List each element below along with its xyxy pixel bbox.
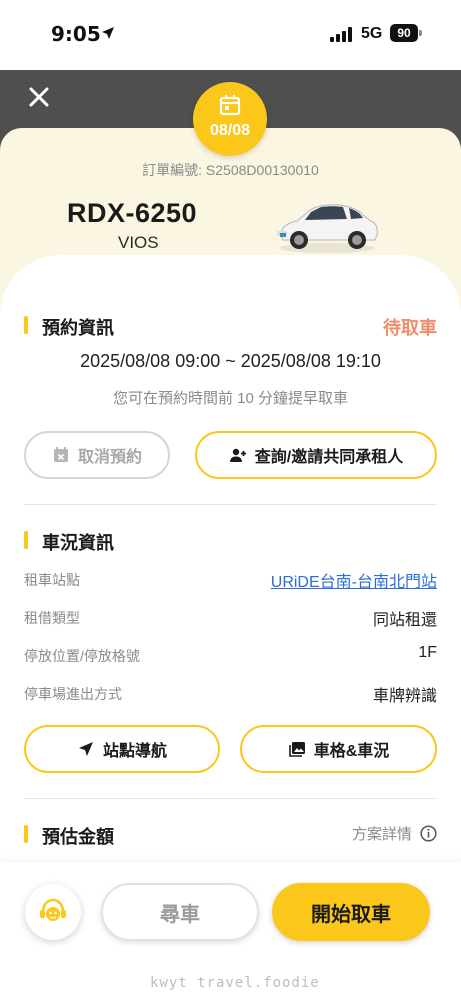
license-plate: RDX-6250 [67, 198, 198, 228]
spot-condition-button[interactable]: 車格&車況 [240, 725, 437, 773]
date-badge-text: 08/08 [209, 122, 251, 139]
navigation-icon [78, 742, 93, 756]
close-icon[interactable] [24, 82, 54, 112]
early-pickup-note: 您可在預約時間前 10 分鐘提早取車 [112, 390, 349, 407]
info-label: 停車場進出方式 [24, 686, 122, 702]
plan-detail-label: 方案詳情 [351, 826, 412, 843]
status-bar: 9:05 5G 90 [0, 0, 461, 70]
status-time: 9:05 [51, 22, 101, 46]
info-row-rental-type: 租借類型 同站租還 [24, 604, 437, 629]
calendar-icon [219, 95, 241, 116]
car-image [277, 204, 378, 253]
estimate-section-title: 預估金額 [24, 823, 114, 849]
customer-service-icon [40, 898, 66, 921]
status-badge: 待取車 [383, 318, 437, 338]
battery-tip [419, 30, 422, 36]
cancel-reservation-label: 取消預約 [77, 449, 142, 466]
divider [24, 504, 437, 505]
network-label: 5G [361, 25, 383, 42]
order-number: 訂單編號: S2508D00130010 [142, 162, 319, 178]
info-value: 車牌辨識 [372, 688, 437, 705]
invite-co-renter-label: 查詢/邀請共同承租人 [254, 449, 404, 466]
reservation-section-title: 預約資訊 [24, 314, 114, 340]
cancel-reservation-button[interactable]: 取消預約 [24, 431, 170, 479]
info-label: 租車站點 [24, 572, 80, 588]
info-row-station: 租車站點 URiDE台南-台南北門站 [24, 566, 437, 592]
station-navigation-button[interactable]: 站點導航 [24, 725, 220, 773]
car-model: VIOS [118, 233, 159, 252]
find-car-button[interactable]: 尋車 [101, 883, 259, 941]
plan-detail-link[interactable]: 方案詳情 [352, 823, 437, 844]
station-link[interactable]: URiDE台南-台南北門站 [271, 568, 437, 592]
location-arrow-icon [102, 27, 114, 39]
battery-indicator: 90 [390, 24, 418, 42]
spot-condition-label: 車格&車況 [313, 743, 390, 760]
station-navigation-label: 站點導航 [102, 743, 167, 760]
info-label: 租借類型 [24, 610, 80, 626]
reservation-time-range: 2025/08/08 09:00 ~ 2025/08/08 19:10 [80, 351, 381, 371]
calendar-cancel-icon [53, 447, 68, 462]
watermark: kwyt travel.foodie [150, 975, 320, 991]
signal-icon [330, 27, 352, 42]
customer-service-button[interactable] [25, 884, 81, 940]
add-user-icon [229, 448, 246, 462]
image-icon [288, 742, 305, 757]
info-icon [420, 825, 437, 842]
info-label: 停放位置/停放格號 [24, 648, 140, 664]
start-pickup-button[interactable]: 開始取車 [272, 883, 430, 941]
divider [24, 798, 437, 799]
invite-co-renter-button[interactable]: 查詢/邀請共同承租人 [195, 431, 437, 479]
info-row-parking-access: 停車場進出方式 車牌辨識 [24, 680, 437, 705]
info-row-parking-spot: 停放位置/停放格號 1F [24, 642, 437, 666]
info-value: 同站租還 [372, 612, 437, 629]
vehicle-section-title: 車況資訊 [24, 529, 114, 555]
date-badge: 08/08 [193, 82, 267, 156]
info-value: 1F [418, 644, 437, 661]
